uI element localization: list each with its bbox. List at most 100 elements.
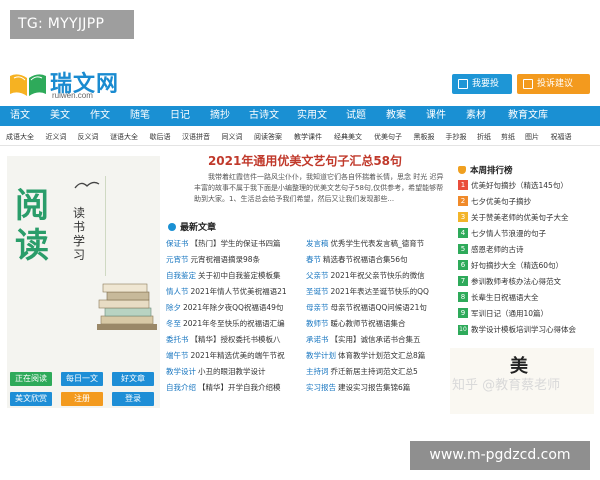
list-item[interactable]: 教师节 暖心教师节祝福语集合 bbox=[306, 316, 444, 332]
category-tag[interactable]: 实习报告 bbox=[306, 383, 336, 392]
subnav-item[interactable]: 教学课件 bbox=[288, 128, 328, 146]
category-tag[interactable]: 教学计划 bbox=[306, 351, 336, 360]
subnav-item[interactable]: 同义词 bbox=[216, 128, 248, 146]
subnav-item[interactable]: 汉语拼音 bbox=[176, 128, 216, 146]
article-link[interactable]: 2021年表达圣诞节快乐的QQ bbox=[331, 287, 429, 296]
nav-item[interactable]: 素材 bbox=[456, 106, 496, 126]
ranking-link[interactable]: 长辈生日祝福语大全 bbox=[471, 293, 539, 302]
ranking-item[interactable]: 7 参训教师考核办法心得范文 bbox=[458, 274, 594, 290]
subnav-item[interactable]: 祝福语 bbox=[544, 128, 578, 146]
ranking-link[interactable]: 军训日记（通用10篇） bbox=[471, 309, 548, 318]
essay-appreciation-button[interactable]: 美文欣赏 bbox=[10, 392, 52, 406]
nav-item[interactable]: 实用文 bbox=[288, 106, 336, 126]
submit-article-button[interactable]: 我要投稿 bbox=[452, 74, 512, 109]
list-item[interactable]: 端午节 2021年精选优美的端午节祝 bbox=[166, 348, 304, 364]
ranking-item[interactable]: 10 教学设计模板培训学习心得体会 bbox=[458, 322, 594, 338]
article-link[interactable]: 优秀学生代表发言稿_德育节 bbox=[331, 239, 425, 248]
category-tag[interactable]: 自我鉴定 bbox=[166, 271, 196, 280]
category-tag[interactable]: 冬至 bbox=[166, 319, 181, 328]
list-item[interactable]: 春节 精选春节祝福语合集56句 bbox=[306, 252, 444, 268]
category-tag[interactable]: 元宵节 bbox=[166, 255, 189, 264]
ranking-item[interactable]: 6 好句摘抄大全（精选60句） bbox=[458, 258, 594, 274]
nav-item[interactable]: 摘抄 bbox=[200, 106, 240, 126]
list-item[interactable]: 元宵节 元宵祝福语摘录98条 bbox=[166, 252, 304, 268]
list-item[interactable]: 主持词 乔迁新居主持词范文汇总5 bbox=[306, 364, 444, 380]
ranking-link[interactable]: 七夕优美句子摘抄 bbox=[471, 197, 531, 206]
ranking-link[interactable]: 关于赞美老师的优美句子大全 bbox=[471, 213, 569, 222]
register-button[interactable]: 注册 bbox=[61, 392, 103, 406]
article-link[interactable]: 关于初中自我鉴定模板集 bbox=[198, 271, 281, 280]
subnav-item[interactable]: 阅读答案 bbox=[248, 128, 288, 146]
ranking-link[interactable]: 七夕情人节浪漫的句子 bbox=[471, 229, 546, 238]
subnav-item[interactable]: 优美句子 bbox=[368, 128, 408, 146]
category-tag[interactable]: 教学设计 bbox=[166, 367, 196, 376]
category-tag[interactable]: 父亲节 bbox=[306, 271, 329, 280]
calligraphy-banner[interactable]: 美 知乎 @教育蔡老师 bbox=[450, 348, 594, 414]
feedback-button[interactable]: 投诉建议 bbox=[517, 74, 590, 94]
ranking-item[interactable]: 1 优美好句摘抄（精选145句） bbox=[458, 178, 594, 194]
subnav-item[interactable]: 成语大全 bbox=[0, 128, 40, 146]
nav-item[interactable]: 课件 bbox=[416, 106, 456, 126]
ranking-item[interactable]: 8 长辈生日祝福语大全 bbox=[458, 290, 594, 306]
nav-item[interactable]: 教案 bbox=[376, 106, 416, 126]
category-tag[interactable]: 春节 bbox=[306, 255, 321, 264]
article-link[interactable]: 2021年除夕夜QQ祝福语49句 bbox=[183, 303, 283, 312]
category-tag[interactable]: 教师节 bbox=[306, 319, 329, 328]
subnav-item[interactable]: 手抄报 bbox=[440, 128, 472, 146]
article-link[interactable]: 【热门】学生的保证书四篇 bbox=[191, 239, 281, 248]
article-link[interactable]: 【精华】开学自我介绍模 bbox=[198, 383, 281, 392]
list-item[interactable]: 发言稿 优秀学生代表发言稿_德育节 bbox=[306, 236, 444, 252]
list-item[interactable]: 父亲节 2021年祝父亲节快乐的微信 bbox=[306, 268, 444, 284]
nav-item[interactable]: 美文 bbox=[40, 106, 80, 126]
nav-item[interactable]: 随笔 bbox=[120, 106, 160, 126]
subnav-item[interactable]: 谜语大全 bbox=[104, 128, 144, 146]
login-button[interactable]: 登录 bbox=[112, 392, 154, 406]
ranking-link[interactable]: 教学设计模板培训学习心得体会 bbox=[471, 325, 576, 334]
ranking-item[interactable]: 4 七夕情人节浪漫的句子 bbox=[458, 226, 594, 242]
ranking-link[interactable]: 感恩老师的古诗 bbox=[471, 245, 524, 254]
list-item[interactable]: 实习报告 建设实习报告集锦6篇 bbox=[306, 380, 444, 396]
category-tag[interactable]: 端午节 bbox=[166, 351, 189, 360]
daily-article-button[interactable]: 每日一文 bbox=[61, 372, 103, 386]
category-tag[interactable]: 保证书 bbox=[166, 239, 189, 248]
ranking-item[interactable]: 5 感恩老师的古诗 bbox=[458, 242, 594, 258]
good-article-button[interactable]: 好文章 bbox=[112, 372, 154, 386]
category-tag[interactable]: 母亲节 bbox=[306, 303, 329, 312]
reading-now-button[interactable]: 正在阅读 bbox=[10, 372, 52, 386]
list-item[interactable]: 自我鉴定 关于初中自我鉴定模板集 bbox=[166, 268, 304, 284]
ranking-item[interactable]: 2 七夕优美句子摘抄 bbox=[458, 194, 594, 210]
list-item[interactable]: 教学设计 小丑的眼泪教学设计 bbox=[166, 364, 304, 380]
nav-item[interactable]: 作文 bbox=[80, 106, 120, 126]
category-tag[interactable]: 承诺书 bbox=[306, 335, 329, 344]
category-tag[interactable]: 委托书 bbox=[166, 335, 189, 344]
category-tag[interactable]: 主持词 bbox=[306, 367, 329, 376]
nav-item[interactable]: 日记 bbox=[160, 106, 200, 126]
subnav-item[interactable]: 歇后语 bbox=[144, 128, 176, 146]
category-tag[interactable]: 发言稿 bbox=[306, 239, 329, 248]
list-item[interactable]: 自我介绍 【精华】开学自我介绍模 bbox=[166, 380, 304, 396]
ranking-link[interactable]: 好句摘抄大全（精选60句） bbox=[471, 261, 563, 270]
list-item[interactable]: 承诺书 【实用】诚信承诺书合集五 bbox=[306, 332, 444, 348]
article-link[interactable]: 【实用】诚信承诺书合集五 bbox=[331, 335, 421, 344]
article-link[interactable]: 2021年祝父亲节快乐的微信 bbox=[331, 271, 425, 280]
featured-article-title[interactable]: 2021年通用优美文艺句子汇总58句 bbox=[166, 152, 444, 169]
list-item[interactable]: 教学计划 体育教学计划范文汇总8篇 bbox=[306, 348, 444, 364]
article-link[interactable]: 2021年冬至快乐的祝福语汇编 bbox=[183, 319, 285, 328]
nav-item[interactable]: 教育文库 bbox=[496, 106, 560, 126]
article-link[interactable]: 小丑的眼泪教学设计 bbox=[198, 367, 266, 376]
reading-promo-panel[interactable]: 阅 读 读书学习 正在阅读 每日一文 好文章 美文欣赏 注册 登录 bbox=[7, 156, 160, 408]
ranking-item[interactable]: 3 关于赞美老师的优美句子大全 bbox=[458, 210, 594, 226]
ranking-link[interactable]: 优美好句摘抄（精选145句） bbox=[471, 181, 568, 190]
article-link[interactable]: 母亲节祝福语QQ问候语21句 bbox=[331, 303, 427, 312]
list-item[interactable]: 除夕 2021年除夕夜QQ祝福语49句 bbox=[166, 300, 304, 316]
list-item[interactable]: 冬至 2021年冬至快乐的祝福语汇编 bbox=[166, 316, 304, 332]
ranking-link[interactable]: 参训教师考核办法心得范文 bbox=[471, 277, 561, 286]
category-tag[interactable]: 除夕 bbox=[166, 303, 181, 312]
site-logo[interactable]: 瑞文网 ruiwen.com bbox=[8, 64, 128, 104]
subnav-item[interactable]: 剪纸 bbox=[496, 128, 520, 146]
article-link[interactable]: 2021年情人节优美祝福语21 bbox=[191, 287, 287, 296]
ranking-item[interactable]: 9 军训日记（通用10篇） bbox=[458, 306, 594, 322]
category-tag[interactable]: 圣诞节 bbox=[306, 287, 329, 296]
subnav-item[interactable]: 图片 bbox=[520, 128, 544, 146]
article-link[interactable]: 乔迁新居主持词范文汇总5 bbox=[331, 367, 418, 376]
